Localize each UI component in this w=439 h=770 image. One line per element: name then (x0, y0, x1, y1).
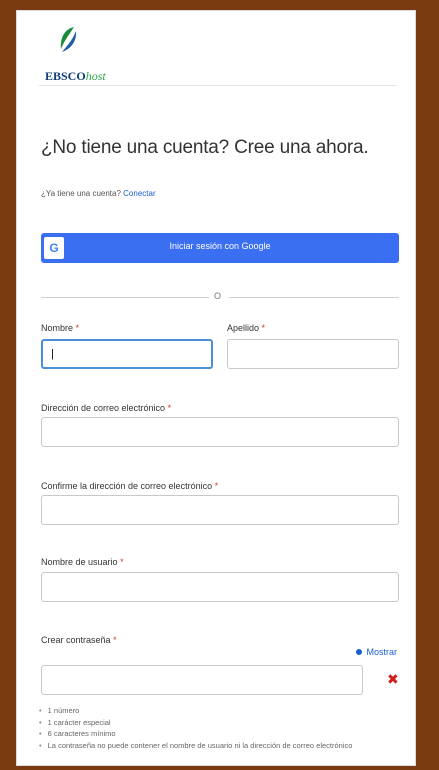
separator-line-right (229, 297, 399, 298)
show-password-label: Mostrar (366, 647, 397, 657)
password-rule: 6 caracteres mínimo (39, 728, 352, 740)
google-signin-button[interactable]: G Iniciar sesión con Google (41, 233, 399, 263)
last-name-label-text: Apellido (227, 323, 260, 333)
required-mark: * (261, 323, 266, 333)
radio-dot-icon (356, 649, 363, 655)
separator-line-left (41, 297, 209, 298)
page-title: ¿No tiene una cuenta? Cree una ahora. (41, 137, 369, 158)
signin-link[interactable]: Conectar (123, 189, 155, 198)
required-mark: * (214, 481, 219, 491)
signup-panel: EBSCOhost ¿No tiene una cuenta? Cree una… (16, 10, 416, 766)
password-rule: 1 carácter especial (39, 717, 352, 729)
last-name-label: Apellido * (227, 323, 265, 333)
show-password-toggle[interactable]: Mostrar (356, 647, 397, 657)
invalid-x-icon: ✖ (387, 671, 399, 687)
username-input[interactable] (41, 572, 399, 602)
required-mark: * (120, 557, 124, 567)
separator-text: O (214, 291, 222, 301)
signin-prompt-text: ¿Ya tiene una cuenta? (41, 189, 121, 198)
ebscohost-logo: EBSCOhost (39, 27, 159, 87)
password-rule: 1 número (39, 705, 352, 717)
email-confirm-label: Confirme la dirección de correo electrón… (41, 481, 218, 491)
required-mark: * (167, 403, 172, 413)
email-label-text: Dirección de correo electrónico (41, 403, 166, 413)
username-label-text: Nombre de usuario (41, 557, 118, 567)
password-rule: La contraseña no puede contener el nombr… (39, 740, 353, 752)
logo-brand: EBSCO (45, 69, 86, 83)
username-label: Nombre de usuario * (41, 557, 124, 567)
logo-wordmark: EBSCOhost (45, 69, 106, 84)
signin-prompt: ¿Ya tiene una cuenta? Conectar (41, 189, 156, 198)
ebsco-leaf-icon (60, 27, 77, 52)
email-confirm-input[interactable] (41, 495, 399, 525)
password-input[interactable] (41, 665, 363, 695)
last-name-input[interactable] (227, 339, 399, 369)
logo-suffix: host (85, 69, 106, 83)
header-divider (39, 85, 397, 86)
password-label: Crear contraseña * (41, 635, 117, 645)
email-confirm-label-text: Confirme la dirección de correo electrón… (41, 481, 213, 491)
password-rules-list: 1 número 1 carácter especial 6 caractere… (39, 705, 353, 752)
google-signin-label: Iniciar sesión con Google (169, 241, 271, 251)
password-label-text: Crear contraseña (41, 635, 111, 645)
required-mark: * (113, 635, 117, 645)
email-input[interactable] (41, 417, 399, 447)
email-label: Dirección de correo electrónico * (41, 403, 171, 413)
first-name-label: Nombre * (41, 323, 79, 333)
first-name-input[interactable] (41, 339, 213, 369)
required-mark: * (75, 323, 80, 333)
first-name-label-text: Nombre (41, 323, 74, 333)
